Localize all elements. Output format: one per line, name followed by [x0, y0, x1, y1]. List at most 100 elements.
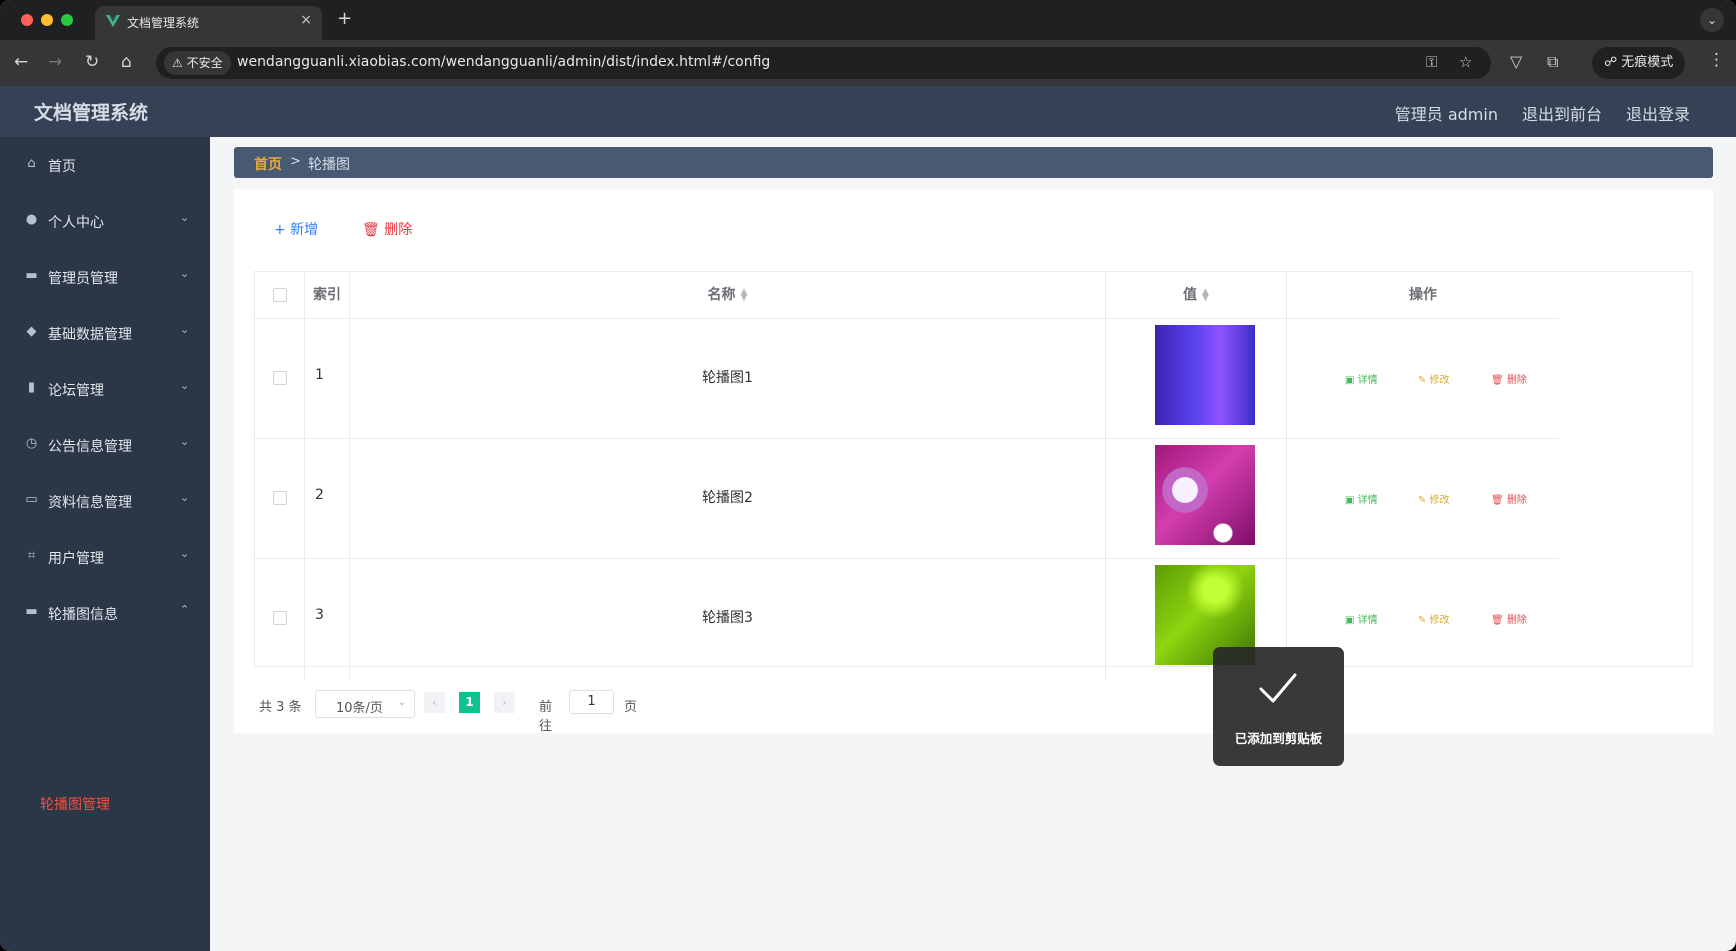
- header-links: 管理员 admin 退出到前台 退出登录: [1395, 101, 1690, 125]
- page-size-select[interactable]: 10条/页 ⌄: [315, 690, 415, 718]
- browser-tab[interactable]: 文档管理系统 ×: [95, 6, 322, 40]
- value-header-label: 值: [1183, 287, 1198, 303]
- row-checkbox[interactable]: [273, 371, 287, 385]
- logout-link[interactable]: 退出登录: [1626, 101, 1690, 125]
- sidebar-item-basic-data[interactable]: ◆ 基础数据管理 ⌄: [0, 305, 210, 361]
- sidebar-item-label: 论坛管理: [48, 383, 104, 399]
- goto-page-input[interactable]: 1: [569, 690, 614, 714]
- fullscreen-icon: ⌗: [27, 548, 36, 563]
- page-number-current[interactable]: 1: [459, 692, 480, 713]
- sort-caret-icon[interactable]: ▲ ▼: [741, 288, 748, 303]
- detail-button[interactable]: ▣ 详情: [1345, 371, 1378, 386]
- next-page-button[interactable]: ›: [494, 692, 515, 713]
- table-row-index: 2: [305, 439, 350, 559]
- browser-toolbar: ← → ↻ ⌂ ⚠ 不安全 wendangguanli.xiaobias.com…: [0, 40, 1736, 86]
- checkmark-icon: [1259, 673, 1297, 703]
- palette-icon: ◆: [26, 324, 37, 339]
- address-url[interactable]: wendangguanli.xiaobias.com/wendangguanli…: [237, 54, 770, 70]
- table-row-name: 轮播图3: [350, 559, 1106, 679]
- sidebar-item-resources[interactable]: ▭ 资料信息管理 ⌄: [0, 473, 210, 529]
- name-column-header[interactable]: 名称 ▲ ▼: [350, 272, 1106, 319]
- bookmark-star-icon[interactable]: ☆: [1459, 53, 1472, 71]
- sidebar-item-admin-management[interactable]: ▬ 管理员管理 ⌄: [0, 249, 210, 305]
- browser-window: 文档管理系统 × + ⌄ ← → ↻ ⌂ ⚠ 不安全 wendangguanli…: [0, 0, 1736, 951]
- name-header-label: 名称: [707, 287, 736, 303]
- chevron-down-icon: ⌄: [180, 267, 190, 280]
- batch-delete-button[interactable]: 🗑 删除: [362, 219, 412, 239]
- row-checkbox[interactable]: [273, 491, 287, 505]
- breadcrumb-separator: >: [290, 154, 301, 169]
- maximize-window-button[interactable]: [61, 14, 73, 26]
- table-row-index: 3: [305, 559, 350, 679]
- sidebar-item-personal-center[interactable]: ● 个人中心 ⌄: [0, 193, 210, 249]
- close-window-button[interactable]: [21, 14, 33, 26]
- home-icon[interactable]: ⌂: [121, 52, 132, 72]
- security-warning-label[interactable]: ⚠ 不安全: [164, 51, 231, 75]
- sidebar-item-label: 管理员管理: [48, 271, 118, 287]
- sidebar-item-label: 公告信息管理: [48, 439, 132, 455]
- sidebar: ⌂ 首页 ● 个人中心 ⌄ ▬ 管理员管理 ⌄ ◆ 基础数据管理 ⌄ ▮ 论坛管理 ⌄ ◷ 公告信息…: [0, 137, 210, 951]
- app-header: 文档管理系统 管理员 admin 退出到前台 退出登录: [0, 86, 1736, 137]
- delete-row-button[interactable]: 🗑 删除: [1491, 491, 1527, 506]
- bar-chart-icon: ▮: [27, 380, 36, 395]
- chevron-down-icon: ⌄: [180, 547, 190, 560]
- sidebar-item-label: 基础数据管理: [48, 327, 132, 343]
- sidebar-item-notices[interactable]: ◷ 公告信息管理 ⌄: [0, 417, 210, 473]
- sidebar-item-label: 首页: [48, 159, 76, 175]
- add-button[interactable]: + 新增: [274, 219, 318, 239]
- detail-button[interactable]: ▣ 详情: [1345, 491, 1378, 506]
- sort-caret-icon[interactable]: ▲ ▼: [1202, 288, 1209, 303]
- minimize-window-button[interactable]: [41, 14, 53, 26]
- table-row-select-cell: [255, 559, 305, 679]
- previous-page-button[interactable]: ‹: [424, 692, 445, 713]
- carousel-table: 索引 名称 ▲ ▼ 值 ▲ ▼ 操作 1 轮播图1 ▣ 详情 ✎ 修改 🗑 删除 2 轮播图…: [254, 271, 1693, 679]
- table-row-image-cell: [1106, 439, 1287, 559]
- table-row-name: 轮播图2: [350, 439, 1106, 559]
- extensions-icon[interactable]: ⧉: [1547, 52, 1558, 72]
- exit-to-front-link[interactable]: 退出到前台: [1522, 101, 1602, 125]
- back-icon[interactable]: ←: [14, 52, 28, 72]
- vue-logo-icon: [106, 15, 120, 27]
- delete-row-button[interactable]: 🗑 删除: [1491, 611, 1527, 626]
- address-bar[interactable]: ⚠ 不安全 wendangguanli.xiaobias.com/wendang…: [156, 47, 1491, 79]
- page-size-value: 10条/页: [336, 701, 383, 716]
- delete-row-button[interactable]: 🗑 删除: [1491, 371, 1527, 386]
- sidebar-subitem-carousel-management[interactable]: 轮播图管理: [40, 794, 110, 814]
- chevron-down-icon: ⌄: [180, 491, 190, 504]
- user-icon: ●: [25, 212, 38, 227]
- reload-icon[interactable]: ↻: [85, 52, 99, 72]
- value-column-header[interactable]: 值 ▲ ▼: [1106, 272, 1287, 319]
- toast-message: 已添加到剪贴板: [1234, 731, 1323, 746]
- sidebar-item-home[interactable]: ⌂ 首页: [0, 137, 210, 193]
- detail-button[interactable]: ▣ 详情: [1345, 611, 1378, 626]
- admin-user-label: 管理员 admin: [1394, 105, 1498, 124]
- sidebar-item-forum[interactable]: ▮ 论坛管理 ⌄: [0, 361, 210, 417]
- chevron-down-icon: ⌄: [180, 435, 190, 448]
- table-row-index: 1: [305, 319, 350, 439]
- edit-button[interactable]: ✎ 修改: [1418, 491, 1450, 506]
- edit-button[interactable]: ✎ 修改: [1418, 371, 1450, 386]
- tab-title: 文档管理系统: [127, 16, 200, 30]
- sidebar-item-users[interactable]: ⌗ 用户管理 ⌄: [0, 529, 210, 585]
- goto-label: 前往: [539, 700, 553, 734]
- vue-devtools-icon[interactable]: ▽: [1510, 52, 1522, 71]
- carousel-thumbnail[interactable]: [1155, 445, 1255, 545]
- table-row-select-cell: [255, 319, 305, 439]
- breadcrumb-home-link[interactable]: 首页: [254, 154, 282, 174]
- sidebar-item-label: 资料信息管理: [48, 495, 132, 511]
- actions-column-header: 操作: [1287, 272, 1559, 319]
- tab-close-icon[interactable]: ×: [300, 12, 312, 28]
- sidebar-item-carousel-info[interactable]: ▬ 轮播图信息 ⌃: [0, 585, 210, 641]
- edit-button[interactable]: ✎ 修改: [1418, 611, 1450, 626]
- password-key-icon[interactable]: ⚿: [1426, 53, 1437, 71]
- row-checkbox[interactable]: [273, 611, 287, 625]
- browser-menu-icon[interactable]: ⋮: [1708, 50, 1725, 70]
- new-tab-icon[interactable]: +: [337, 8, 352, 29]
- incognito-mode-button[interactable]: ☍ 无痕模式: [1592, 47, 1686, 79]
- tab-search-icon[interactable]: ⌄: [1700, 8, 1724, 32]
- select-all-checkbox[interactable]: [273, 288, 287, 302]
- forward-icon[interactable]: →: [48, 52, 62, 72]
- carousel-thumbnail[interactable]: [1155, 325, 1255, 425]
- id-card-icon: ▭: [25, 492, 38, 507]
- chevron-down-icon: ⌄: [180, 323, 190, 336]
